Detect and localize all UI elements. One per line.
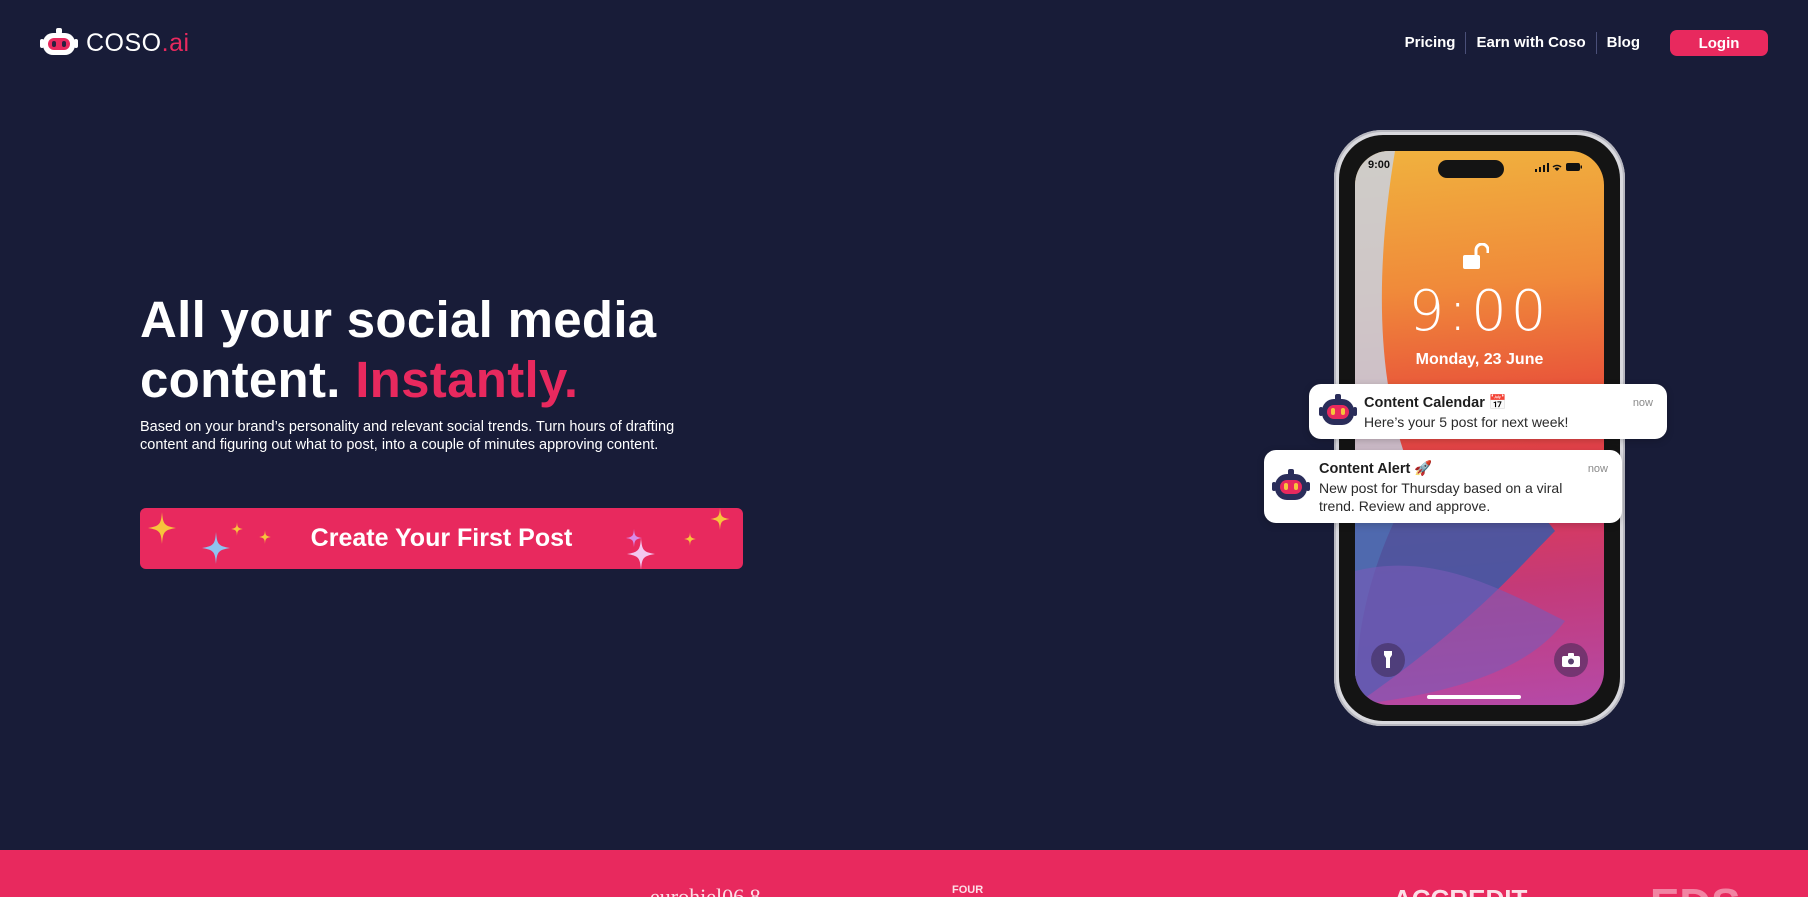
cta-label: Create Your First Post bbox=[310, 524, 573, 552]
notification-title: Content Calendar 📅 bbox=[1364, 395, 1507, 411]
signal-icon bbox=[1535, 163, 1549, 172]
create-first-post-button[interactable]: Create Your First Post bbox=[140, 508, 743, 569]
hero-title: All your social media content. Instantly… bbox=[140, 290, 656, 410]
lock-screen-time: 9:00 bbox=[1408, 279, 1551, 344]
dynamic-island bbox=[1438, 160, 1504, 178]
nav-earn-with-coso[interactable]: Earn with Coso bbox=[1466, 32, 1595, 54]
status-bar-time: 9:00 bbox=[1368, 159, 1391, 171]
flashlight-icon bbox=[1384, 651, 1392, 668]
notification-content-calendar[interactable]: Content Calendar 📅 Here’s your 5 post fo… bbox=[1309, 384, 1667, 439]
home-indicator bbox=[1427, 695, 1521, 699]
partner-logo-strip: eurohiel06.8 FOUR ACCREDIT EDS bbox=[0, 850, 1808, 897]
login-button[interactable]: Login bbox=[1670, 30, 1768, 56]
battery-icon bbox=[1566, 163, 1582, 171]
unlock-icon bbox=[1463, 243, 1489, 269]
brand-logo[interactable]: COSO.ai bbox=[40, 28, 190, 58]
hero-subtitle: Based on your brand’s personality and re… bbox=[140, 419, 675, 453]
nav-pricing[interactable]: Pricing bbox=[1395, 32, 1466, 54]
partner-logo: eurohiel06.8 bbox=[650, 884, 761, 897]
partner-logo: EDS bbox=[1650, 880, 1740, 897]
brand-name: COSO.ai bbox=[86, 28, 190, 57]
lock-screen-date: Monday, 23 June bbox=[1415, 351, 1544, 368]
hero-title-line2: content. bbox=[140, 351, 356, 408]
camera-button[interactable] bbox=[1554, 643, 1588, 677]
camera-icon bbox=[1562, 653, 1580, 667]
nav-blog[interactable]: Blog bbox=[1597, 32, 1650, 54]
notification-title: Content Alert 🚀 bbox=[1319, 461, 1433, 477]
notification-time: now bbox=[1632, 397, 1653, 409]
partner-logo: FOUR bbox=[952, 884, 984, 896]
robot-icon bbox=[1319, 394, 1357, 425]
notification-content-alert[interactable]: Content Alert 🚀 New post for Thursday ba… bbox=[1264, 450, 1622, 523]
top-nav: Pricing Earn with Coso Blog Login bbox=[1395, 30, 1768, 56]
notification-body: New post for Thursday based on a viral t… bbox=[1319, 480, 1563, 514]
wifi-icon bbox=[1552, 164, 1562, 171]
notification-body: Here’s your 5 post for next week! bbox=[1364, 414, 1569, 430]
notification-time: now bbox=[1587, 463, 1608, 475]
hero-title-accent: Instantly. bbox=[355, 351, 579, 408]
robot-icon bbox=[1272, 469, 1310, 500]
flashlight-button[interactable] bbox=[1371, 643, 1405, 677]
hero-title-line1: All your social media bbox=[140, 291, 657, 348]
robot-icon bbox=[40, 28, 78, 55]
partner-logo: ACCREDIT bbox=[1393, 884, 1527, 897]
